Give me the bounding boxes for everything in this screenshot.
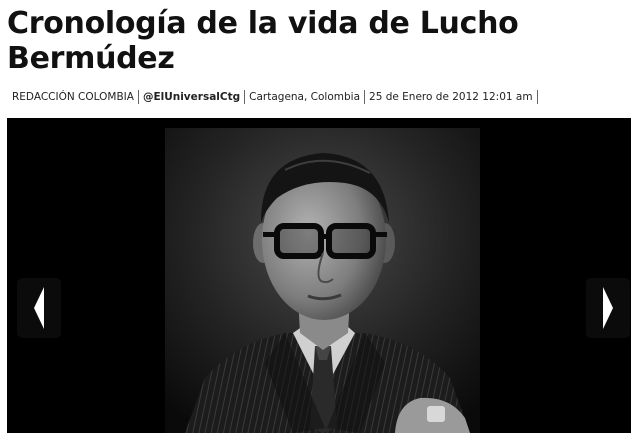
article-title: Cronología de la vida de Lucho Bermúdez (7, 6, 519, 76)
photo-gallery (7, 118, 631, 433)
gallery-next-button[interactable] (586, 278, 630, 338)
byline-twitter-link[interactable]: @ElUniversalCtg (139, 90, 246, 104)
gallery-prev-button[interactable] (17, 278, 61, 338)
portrait-photo (165, 128, 480, 433)
byline-author: REDACCIÓN COLOMBIA (10, 90, 139, 104)
byline-location: Cartagena, Colombia (245, 90, 366, 104)
article-byline: REDACCIÓN COLOMBIA @ElUniversalCtg Carta… (10, 88, 538, 106)
byline-datetime: 25 de Enero de 2012 12:01 am (365, 90, 538, 104)
chevron-left-icon (34, 287, 44, 329)
chevron-right-icon (603, 287, 613, 329)
